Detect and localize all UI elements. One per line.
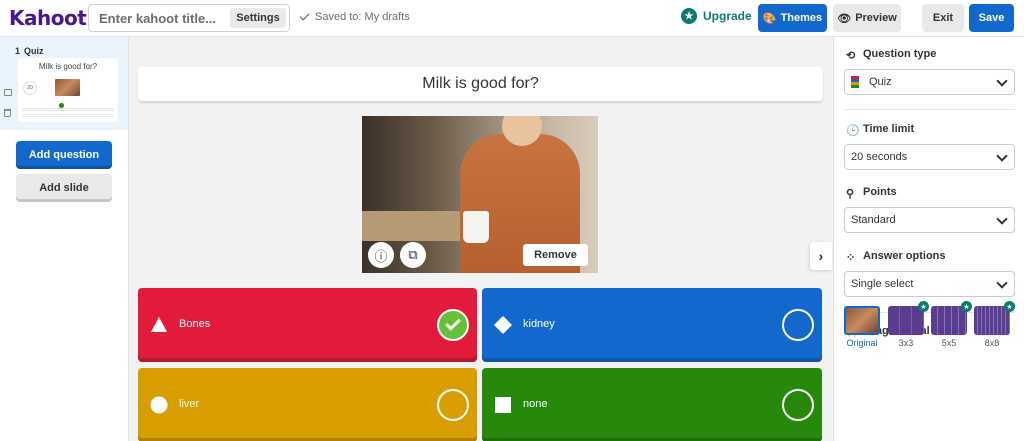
title-field-container: Settings [88,4,290,32]
answer-text[interactable]: none [523,398,547,410]
add-slide-button[interactable]: Add slide [16,174,112,202]
chevron-down-icon [996,75,1008,87]
remove-image-button[interactable]: Remove [523,244,588,266]
kahoot-logo[interactable]: Kahoot! [9,6,95,30]
add-question-button[interactable]: Add question [16,141,112,169]
points-value: Standard [851,214,896,226]
points-heading: ⚲ Points [846,186,897,200]
triangle-icon [151,317,167,332]
premium-star-icon: ★ [961,301,972,312]
correct-check-icon[interactable] [437,309,469,341]
points-select[interactable]: Standard [844,207,1015,233]
diamond-icon [494,316,512,334]
answer-options-value: Single select [851,278,914,290]
answer-text[interactable]: kidney [523,318,555,330]
thumbnail-image [55,79,80,96]
image-reveal-3x3-label: 3x3 [898,338,914,348]
quiz-icon [851,76,859,88]
thumbnail-title: Milk is good for? [38,62,98,71]
eye-icon: 👁 [837,12,852,25]
crop-icon[interactable]: ⧉ [400,242,426,268]
slide-number: 1 [15,46,21,56]
correct-toggle-circle-icon[interactable] [782,309,814,341]
slide-thumbnail: Milk is good for? 20 [18,58,118,122]
check-icon [299,10,310,21]
points-label: Points [863,186,897,198]
thumbnail-timer: 20 [23,81,37,95]
collapse-panel-chevron-icon[interactable]: › [810,242,832,270]
answer-text[interactable]: liver [179,398,199,410]
correct-toggle-circle-icon[interactable] [437,389,469,421]
question-type-label: Question type [863,48,937,60]
thumbnail-answer-row [23,114,113,117]
image-reveal-original-option[interactable] [844,306,880,335]
question-type-value: Quiz [869,76,892,88]
time-limit-select[interactable]: 20 seconds [844,144,1015,170]
question-type-select[interactable]: Quiz [844,69,1015,95]
answer-options-select[interactable]: Single select [844,271,1015,297]
answer-2[interactable]: kidney [482,288,822,362]
question-type-icon: ⟲ [846,49,856,62]
question-type-heading: ⟲ Question type [846,48,937,62]
grid-icon: ⁘ [846,251,856,264]
premium-star-icon: ★ [918,301,929,312]
info-icon[interactable]: ⓘ [368,242,394,268]
question-input[interactable]: Milk is good for? [138,67,823,101]
star-icon: ★ [681,8,697,24]
chevron-down-icon [996,213,1008,225]
time-limit-value: 20 seconds [851,151,908,163]
image-glass [463,211,489,243]
save-status-text: Saved to: My drafts [315,11,410,23]
time-limit-heading: 🕒 Time limit [846,123,915,137]
image-reveal-8x8-label: 8x8 [984,338,1000,348]
correct-toggle-circle-icon[interactable] [782,389,814,421]
exit-button[interactable]: Exit [922,4,964,32]
answer-options-heading: ⁘ Answer options [846,250,946,264]
points-icon: ⚲ [846,187,855,200]
thumbnail-answer-row [23,108,113,111]
slides-sidebar: 1 Quiz Milk is good for? 20 Add question… [0,37,129,441]
upgrade-label: Upgrade [703,9,752,23]
top-bar: Kahoot! Settings Saved to: My drafts ★ U… [0,0,1024,37]
chevron-down-icon [996,150,1008,162]
palette-icon: 🎨 [762,12,777,25]
image-reveal-5x5-label: 5x5 [941,338,957,348]
slide-type: Quiz [24,46,44,56]
settings-panel: ⟲ Question type Quiz 🕒 Time limit 20 sec… [833,37,1024,441]
slide-item-1[interactable]: 1 Quiz Milk is good for? 20 [0,37,128,130]
trash-icon[interactable] [4,109,11,117]
answer-3[interactable]: liver [138,368,477,441]
premium-star-icon: ★ [1004,301,1015,312]
clock-icon: 🕒 [846,124,860,137]
upgrade-button[interactable]: ★ Upgrade [681,8,752,24]
save-button[interactable]: Save [969,4,1014,32]
save-status: Saved to: My drafts [299,10,410,23]
question-image[interactable]: ⓘ ⧉ Remove [362,116,598,273]
themes-label: Themes [780,12,823,24]
image-reveal-original-label: Original [846,338,878,348]
preview-label: Preview [855,12,897,24]
duplicate-icon[interactable] [4,89,12,96]
settings-button[interactable]: Settings [230,8,286,28]
answer-text[interactable]: Bones [179,318,210,330]
themes-button[interactable]: 🎨 Themes [758,4,827,32]
square-icon [495,397,511,413]
answer-1[interactable]: Bones [138,288,477,362]
circle-icon [150,396,168,414]
preview-button[interactable]: 👁 Preview [833,4,901,32]
answer-options-label: Answer options [863,250,946,262]
answer-4[interactable]: none [482,368,822,441]
kahoot-title-input[interactable] [99,11,219,26]
time-limit-label: Time limit [863,123,915,135]
divider [844,109,1015,110]
chevron-down-icon [996,277,1008,289]
